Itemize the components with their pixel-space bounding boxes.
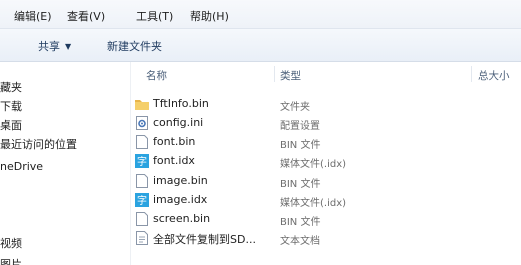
chevron-down-icon: ▼ [65, 42, 72, 51]
file-name: 全部文件复制到SD... [153, 233, 256, 246]
navigation-pane: 藏夹 下载 桌面 最近访问的位置 neDrive 视频 图片 [0, 62, 131, 265]
column-header-name[interactable]: 名称 [146, 68, 167, 83]
file-type: BIN 文件 [280, 140, 321, 151]
file-row[interactable]: font.bin BIN 文件 [131, 133, 521, 151]
file-name: font.idx [153, 154, 195, 167]
file-name: image.bin [153, 174, 208, 187]
menu-edit[interactable]: 编辑(E) [14, 8, 52, 24]
file-row[interactable]: config.ini 配置设置 [131, 114, 521, 132]
file-row[interactable]: TftInfo.bin 文件夹 [131, 95, 521, 113]
blank-file-icon [136, 174, 148, 188]
nav-item-recent-places[interactable]: 最近访问的位置 [0, 136, 77, 152]
menu-help[interactable]: 帮助(H) [190, 8, 229, 24]
blank-file-icon [136, 212, 148, 226]
nav-item-onedrive[interactable]: neDrive [0, 160, 43, 173]
column-header-type[interactable]: 类型 [280, 68, 301, 83]
share-label: 共享 [38, 40, 60, 53]
toolbar: 共享 ▼ 新建文件夹 [0, 29, 521, 62]
file-row[interactable]: 字 font.idx 媒体文件(.idx) [131, 152, 521, 170]
file-type: 媒体文件(.idx) [280, 159, 347, 170]
nav-item-videos[interactable]: 视频 [0, 235, 22, 251]
file-type: 媒体文件(.idx) [280, 198, 347, 209]
column-divider[interactable] [274, 66, 275, 82]
file-row[interactable]: 全部文件复制到SD... 文本文档 [131, 229, 521, 247]
media-file-icon: 字 [135, 154, 149, 168]
column-header-size[interactable]: 总大小 [478, 68, 510, 83]
config-file-icon [136, 116, 148, 130]
svg-text:字: 字 [137, 155, 147, 168]
file-row[interactable]: image.bin BIN 文件 [131, 172, 521, 190]
svg-text:字: 字 [137, 194, 147, 207]
file-name: TftInfo.bin [153, 97, 209, 110]
file-row[interactable]: screen.bin BIN 文件 [131, 210, 521, 228]
menu-bar: 编辑(E) 查看(V) 工具(T) 帮助(H) [0, 0, 521, 29]
menu-view[interactable]: 查看(V) [67, 8, 105, 24]
folder-icon [135, 100, 149, 110]
share-button[interactable]: 共享 ▼ [38, 38, 71, 54]
file-type: 文本文档 [280, 236, 320, 247]
explorer-window: 编辑(E) 查看(V) 工具(T) 帮助(H) 共享 ▼ 新建文件夹 藏夹 下载 … [0, 0, 521, 265]
file-name: image.idx [153, 193, 208, 206]
nav-item-pictures[interactable]: 图片 [0, 256, 22, 265]
nav-item-downloads[interactable]: 下载 [0, 98, 22, 114]
file-type: 配置设置 [280, 121, 320, 132]
new-folder-button[interactable]: 新建文件夹 [107, 38, 162, 54]
column-divider[interactable] [471, 66, 472, 82]
file-name: config.ini [153, 116, 204, 129]
file-type: 文件夹 [280, 102, 310, 113]
file-name: font.bin [153, 135, 196, 148]
file-list: 名称 类型 总大小 TftInfo.bin 文件夹 config.ini 配置设… [131, 62, 521, 265]
file-name: screen.bin [153, 212, 211, 225]
file-type: BIN 文件 [280, 179, 321, 190]
blank-file-icon [136, 135, 148, 149]
nav-item-favorites[interactable]: 藏夹 [0, 79, 22, 95]
text-file-icon [136, 231, 148, 245]
file-row[interactable]: 字 image.idx 媒体文件(.idx) [131, 191, 521, 209]
nav-item-desktop[interactable]: 桌面 [0, 117, 22, 133]
file-type: BIN 文件 [280, 217, 321, 228]
menu-tools[interactable]: 工具(T) [136, 8, 173, 24]
media-file-icon: 字 [135, 193, 149, 207]
